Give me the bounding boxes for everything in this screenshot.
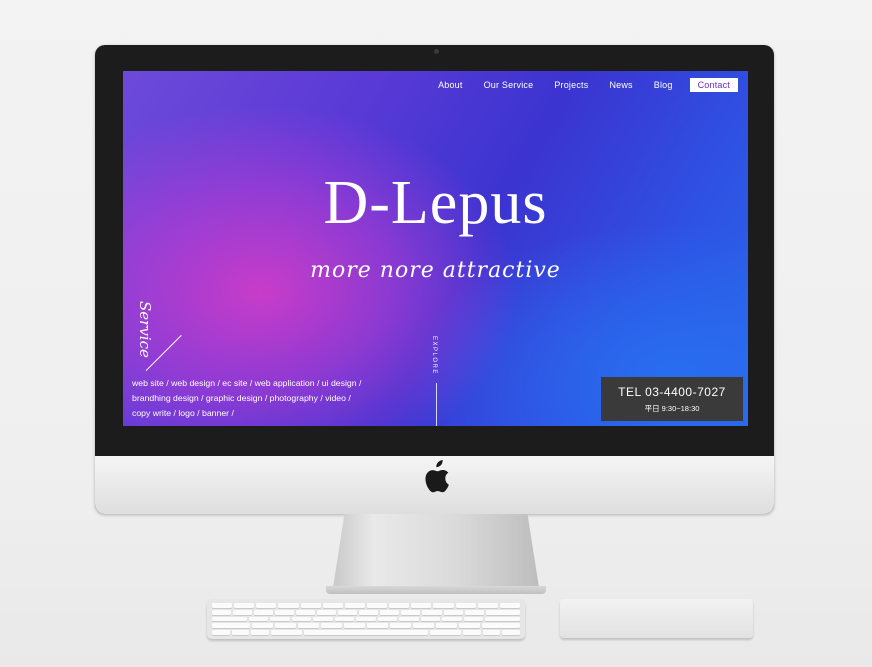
main-nav: About Our Service Projects News Blog Con… [417, 78, 738, 92]
apple-logo-icon [422, 460, 450, 494]
hero-subtitle: more nore attractive [310, 258, 561, 283]
nav-news[interactable]: News [609, 80, 632, 90]
contact-button[interactable]: Contact [689, 78, 738, 92]
hero-title: D-Lepus [323, 169, 548, 237]
website-screen: About Our Service Projects News Blog Con… [123, 71, 748, 426]
nav-about[interactable]: About [438, 80, 463, 90]
business-hours: 平日 9:30~18:30 [644, 404, 700, 413]
service-list: web site / web design / ec site / web ap… [132, 378, 362, 418]
imac-stand [332, 514, 540, 594]
explore-line [436, 383, 437, 426]
keyboard [207, 599, 525, 639]
nav-blog[interactable]: Blog [654, 80, 673, 90]
camera [434, 49, 439, 54]
tel-box[interactable]: TEL 03-4400-7027 平日 9:30~18:30 [601, 377, 743, 421]
explore-link[interactable]: EXPLORE [431, 336, 437, 375]
imac-stand-foot [326, 586, 546, 594]
tel-number: TEL 03-4400-7027 [618, 385, 726, 399]
trackpad [560, 599, 753, 638]
service-label: Service [136, 301, 154, 358]
nav-our-service[interactable]: Our Service [484, 80, 534, 90]
nav-projects[interactable]: Projects [554, 80, 588, 90]
